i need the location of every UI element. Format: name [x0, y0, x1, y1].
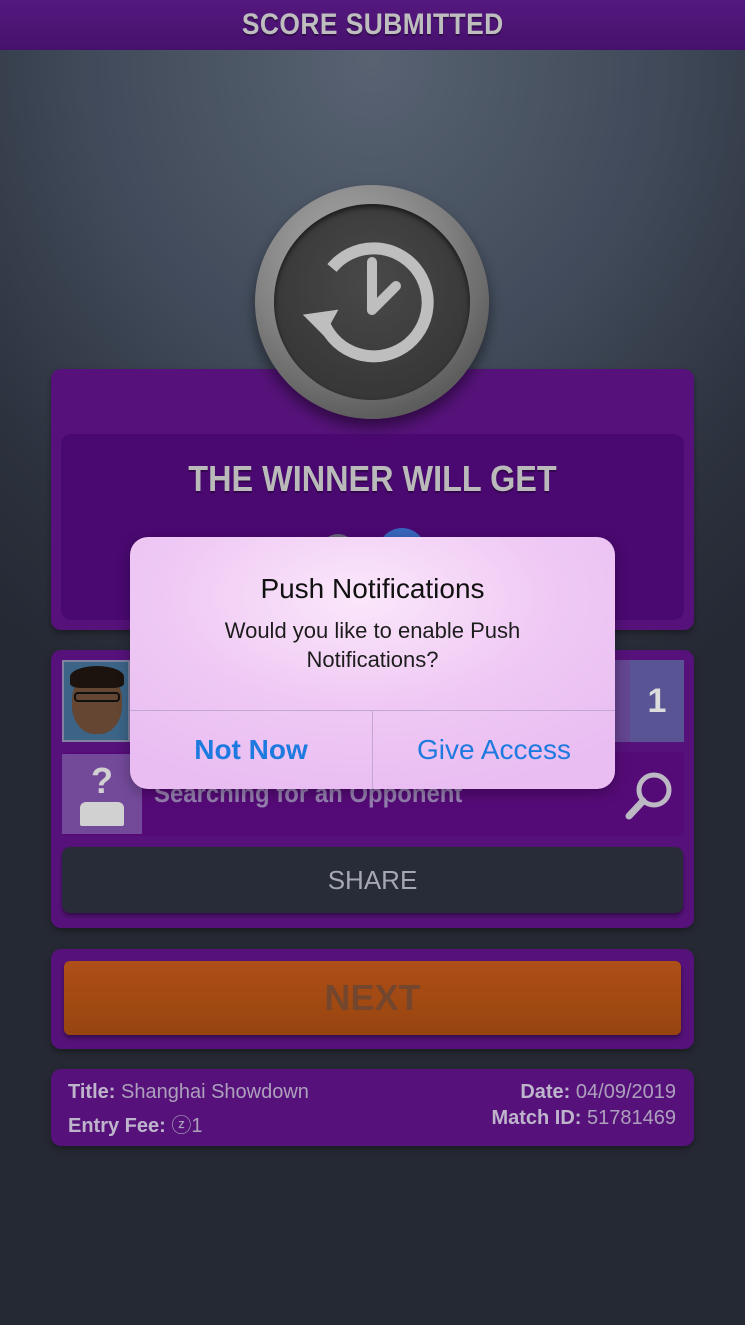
dialog-message: Would you like to enable Push Notificati…	[224, 618, 521, 672]
push-notifications-dialog: Push Notifications Would you like to ena…	[130, 537, 615, 789]
not-now-button[interactable]: Not Now	[130, 711, 372, 789]
dialog-title: Push Notifications	[260, 573, 485, 604]
give-access-button[interactable]: Give Access	[373, 711, 615, 789]
